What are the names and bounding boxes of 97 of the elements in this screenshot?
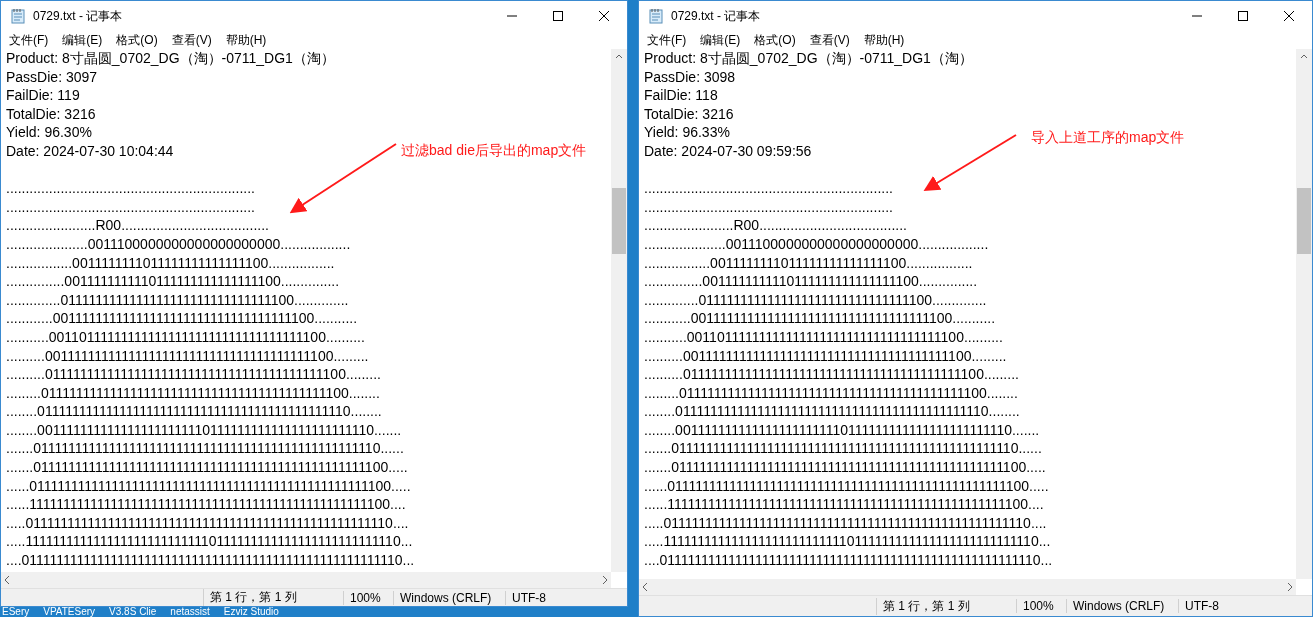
menu-item[interactable]: 编辑(E) [54, 31, 109, 49]
text-line: .....1111111111111111111111111110111111111111111111111111110... [644, 532, 1051, 552]
text-line: Yield: 96.33% [644, 123, 730, 142]
text-line: .......0111111111111111111111111111111111111111111111111100..... [6, 458, 408, 477]
menu-item[interactable]: 格式(O) [108, 31, 164, 49]
text-line: Date: 2024-07-30 10:04:44 [6, 141, 174, 161]
vertical-scrollbar[interactable] [611, 49, 627, 572]
text-line: Date: 2024-07-30 09:59:56 [644, 141, 812, 161]
text-line: ........0111111111111111111111111111111111111111111110........ [6, 402, 382, 421]
text-line: ...........0011011111111111111111111111111111111100.......... [644, 327, 1003, 347]
text-line: ............00111111111111111111111111111111111100........... [6, 309, 358, 328]
line-ending: Windows (CRLF) [393, 590, 505, 605]
notepad-icon [649, 8, 663, 24]
text-line: .................0011111111011111111111111100................. [644, 253, 973, 273]
window-title: 0729.txt - 记事本 [671, 7, 762, 25]
annotation-text: 导入上道工序的map文件 [1031, 129, 1185, 147]
annotation-text: 过滤bad die后导出的map文件 [401, 142, 587, 160]
text-line: ..............0111111111111111111111111111111100.............. [6, 290, 349, 310]
text-line: ........0011111111111111111111110111111111111111111111110....... [6, 420, 402, 440]
text-line: .........011111111111111111111111111111111111111111100........ [644, 383, 1018, 403]
text-line: PassDie: 3098 [644, 67, 736, 87]
text-line: ................................................................ [6, 197, 255, 217]
scroll-left-icon[interactable] [641, 582, 649, 592]
encoding: UTF-8 [505, 590, 609, 605]
horizontal-scrollbar[interactable] [639, 579, 1296, 595]
text-line: ....01111111111111111111111111111111111111111111111111111110... [6, 551, 415, 570]
vertical-scrollbar[interactable] [1296, 49, 1312, 579]
text-line: .....011111111111111111111111111111111111111111111111111110.... [6, 513, 409, 533]
text-line: .......0111111111111111111111111111111111111111111111111100..... [644, 458, 1046, 477]
text-line: ........0011111111111111111111110111111111111111111111110....... [644, 420, 1040, 440]
desktop-icon-label[interactable]: V3.8S Clie [109, 607, 157, 617]
text-line: ..........001111111111111111111111111111111111111100......... [644, 346, 1007, 366]
scroll-left-icon[interactable] [3, 575, 11, 585]
text-line: ........0111111111111111111111111111111111111111111110........ [644, 402, 1020, 421]
text-line: .....................0011100000000000000000000.................. [6, 234, 351, 254]
text-line: .......011111111111111111111111111111111111111111111111110...... [644, 439, 1042, 459]
close-icon [599, 11, 609, 21]
text-line: .......011111111111111111111111111111111111111111111111110...... [6, 439, 404, 459]
scrollbar-thumb[interactable] [1297, 188, 1311, 254]
text-line: ...........0011011111111111111111111111111111111100.......... [6, 327, 365, 347]
text-line: ......01111111111111111111111111111111111111111111111111100..... [644, 476, 1049, 496]
text-line: ..........001111111111111111111111111111111111111100......... [6, 346, 369, 366]
scroll-right-icon[interactable] [1286, 582, 1294, 592]
maximize-icon [553, 11, 563, 21]
text-line: Product: 8寸晶圆_0702_DG（淘）-0711_DG1（淘） [644, 49, 973, 68]
text-line: ....01111111111111111111111111111111111111111111111111111110... [644, 551, 1053, 570]
text-line: PassDie: 3097 [6, 67, 98, 87]
text-line: FailDie: 118 [644, 86, 718, 105]
notepad-icon [11, 8, 25, 24]
text-line: .......................R00...................................... [6, 216, 269, 235]
menu-item[interactable]: 文件(F) [1, 31, 55, 49]
encoding: UTF-8 [1178, 599, 1294, 613]
text-line: TotalDie: 3216 [6, 104, 96, 124]
menu-item[interactable]: 帮助(H) [217, 31, 273, 49]
menu-item[interactable]: 查看(V) [801, 31, 856, 49]
text-line: .......................R00...................................... [644, 216, 907, 235]
desktop-icon-label[interactable]: ESery [2, 607, 30, 617]
horizontal-scrollbar[interactable] [1, 572, 611, 588]
close-icon [1284, 11, 1294, 21]
text-line: .................0011111111011111111111111100................. [6, 253, 335, 273]
text-line: ..........01111111111111111111111111111111111111111100......... [644, 365, 1019, 384]
scrollbar-thumb[interactable] [612, 188, 626, 254]
window-title: 0729.txt - 记事本 [33, 7, 124, 25]
text-line: .....1111111111111111111111111110111111111111111111111111110... [6, 532, 413, 552]
text-line: ............00111111111111111111111111111111111100........... [644, 309, 996, 328]
text-line: ...............0011111111110111111111111111100............... [644, 272, 978, 291]
text-line: ................................................................ [644, 179, 893, 198]
desktop-icon-label[interactable]: Ezviz Studio [223, 607, 279, 617]
text-line: ......01111111111111111111111111111111111111111111111111100..... [6, 476, 411, 496]
text-line: Yield: 96.30% [6, 123, 92, 142]
desktop-icon-label[interactable]: VPATESery [43, 607, 96, 617]
scroll-right-icon[interactable] [601, 575, 609, 585]
text-line: ..........01111111111111111111111111111111111111111100......... [6, 365, 381, 384]
menu-item[interactable]: 文件(F) [639, 31, 693, 49]
text-line: Product: 8寸晶圆_0702_DG（淘）-0711_DG1（淘） [6, 49, 335, 68]
menu-item[interactable]: 查看(V) [163, 31, 218, 49]
text-line: ...............0011111111110111111111111111100............... [6, 272, 340, 291]
zoom-level: 100% [343, 590, 393, 605]
line-ending: Windows (CRLF) [1066, 599, 1178, 613]
text-line: ................................................................ [6, 179, 255, 198]
cursor-position: 第 1 行，第 1 列 [203, 589, 343, 606]
text-line: .....................0011100000000000000000000.................. [644, 234, 989, 254]
text-line: ..............0111111111111111111111111111111100.............. [644, 290, 987, 310]
text-line: ......11111111111111111111111111111111111111111111111111100.... [644, 495, 1044, 514]
desktop-icon-label[interactable]: netassist [170, 607, 210, 617]
menu-item[interactable]: 帮助(H) [855, 31, 911, 49]
text-line: ................................................................ [644, 197, 893, 217]
zoom-level: 100% [1016, 599, 1066, 613]
text-line: FailDie: 119 [6, 86, 80, 105]
text-line: ......11111111111111111111111111111111111111111111111111100.... [6, 495, 406, 514]
menu-item[interactable]: 编辑(E) [692, 31, 747, 49]
text-line: TotalDie: 3216 [644, 104, 734, 124]
text-line: .....011111111111111111111111111111111111111111111111111110.... [644, 513, 1047, 533]
cursor-position: 第 1 行，第 1 列 [876, 597, 1016, 615]
text-line: .........011111111111111111111111111111111111111111100........ [6, 383, 380, 403]
menu-item[interactable]: 格式(O) [746, 31, 802, 49]
maximize-icon [1238, 11, 1248, 21]
